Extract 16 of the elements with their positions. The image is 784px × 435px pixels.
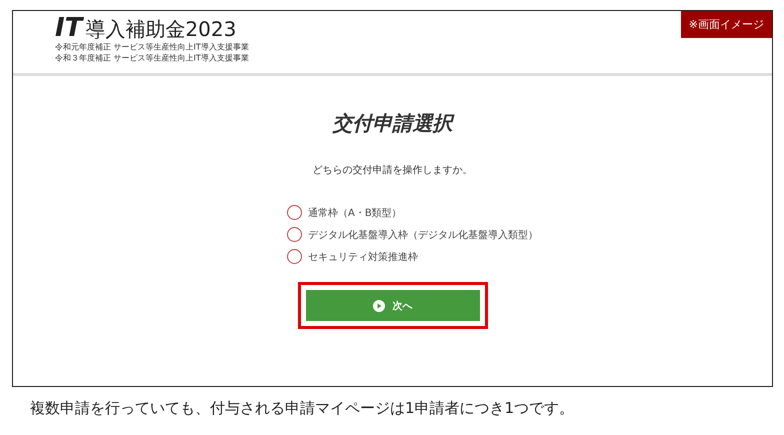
logo-mark: IT xyxy=(55,15,82,41)
radio-button[interactable] xyxy=(287,227,302,242)
radio-option[interactable]: 通常枠（A・B類型） xyxy=(287,205,538,220)
page-title: 交付申請選択 xyxy=(332,110,452,137)
next-button[interactable]: 次へ xyxy=(306,290,480,321)
question-text: どちらの交付申請を操作しますか。 xyxy=(312,164,472,177)
logo-text: 導入補助金2023 xyxy=(85,16,236,42)
caption-text: 複数申請を行っていても、付与される申請マイページは1申請者につき1つです。 xyxy=(30,399,576,418)
radio-button[interactable] xyxy=(287,205,302,220)
play-icon xyxy=(372,300,384,312)
program-name: 令和元年度補正 サービス等生産性向上IT導入支援事業 xyxy=(55,43,249,52)
radio-option[interactable]: デジタル化基盤導入枠（デジタル化基盤導入類型） xyxy=(287,227,538,242)
program-name: 令和３年度補正 サービス等生産性向上IT導入支援事業 xyxy=(55,54,249,63)
screen-image-badge: ※画面イメージ xyxy=(680,11,772,38)
radio-option[interactable]: セキュリティ対策推進枠 xyxy=(287,249,538,264)
radio-button[interactable] xyxy=(287,249,302,264)
